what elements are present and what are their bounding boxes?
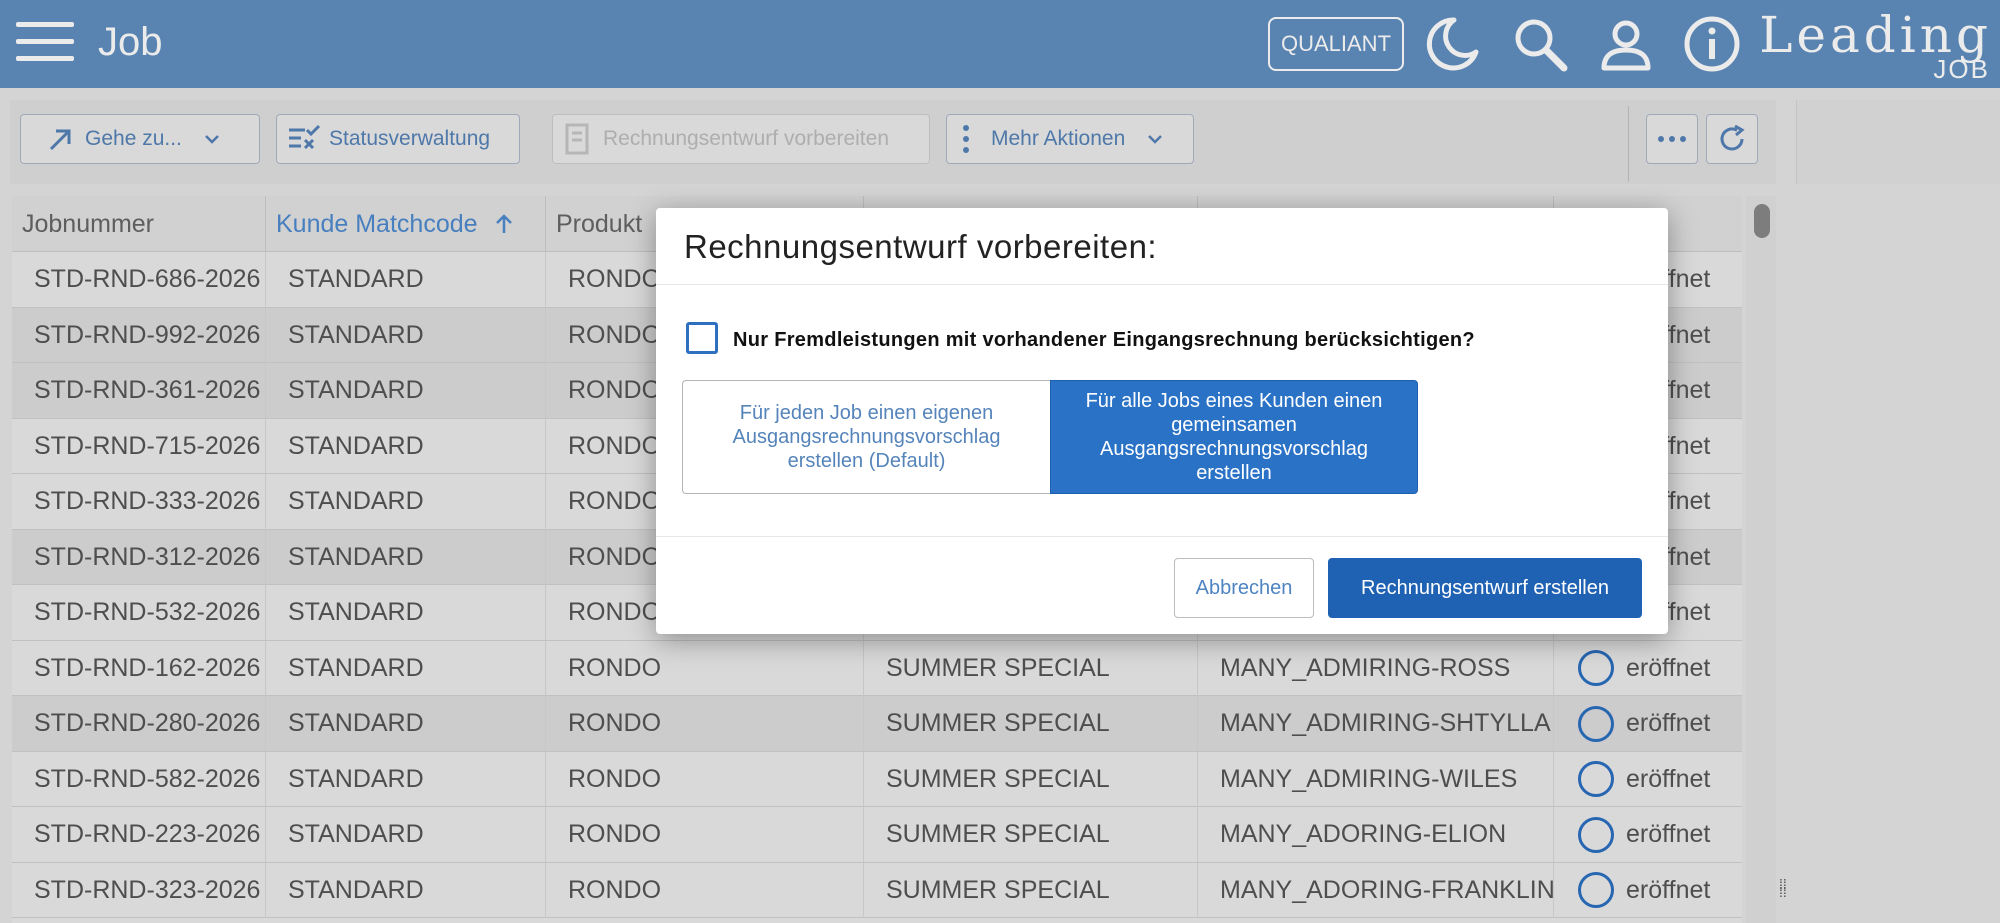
invoice-draft-dialog: Rechnungsentwurf vorbereiten: Nur Fremdl… [656, 208, 1668, 634]
only-external-services-checkbox[interactable] [686, 322, 718, 354]
divider [656, 284, 1668, 285]
create-invoice-draft-button[interactable]: Rechnungsentwurf erstellen [1328, 558, 1642, 618]
option-combined-invoice-per-customer[interactable]: Für alle Jobs eines Kunden einen gemeins… [1050, 380, 1418, 494]
divider [656, 536, 1668, 537]
option-separate-invoice-per-job[interactable]: Für jeden Job einen eigenen Ausgangsrech… [682, 380, 1050, 494]
dialog-title: Rechnungsentwurf vorbereiten: [684, 228, 1158, 265]
cancel-button[interactable]: Abbrechen [1174, 558, 1314, 618]
checkbox-label: Nur Fremdleistungen mit vorhandener Eing… [733, 329, 1475, 351]
